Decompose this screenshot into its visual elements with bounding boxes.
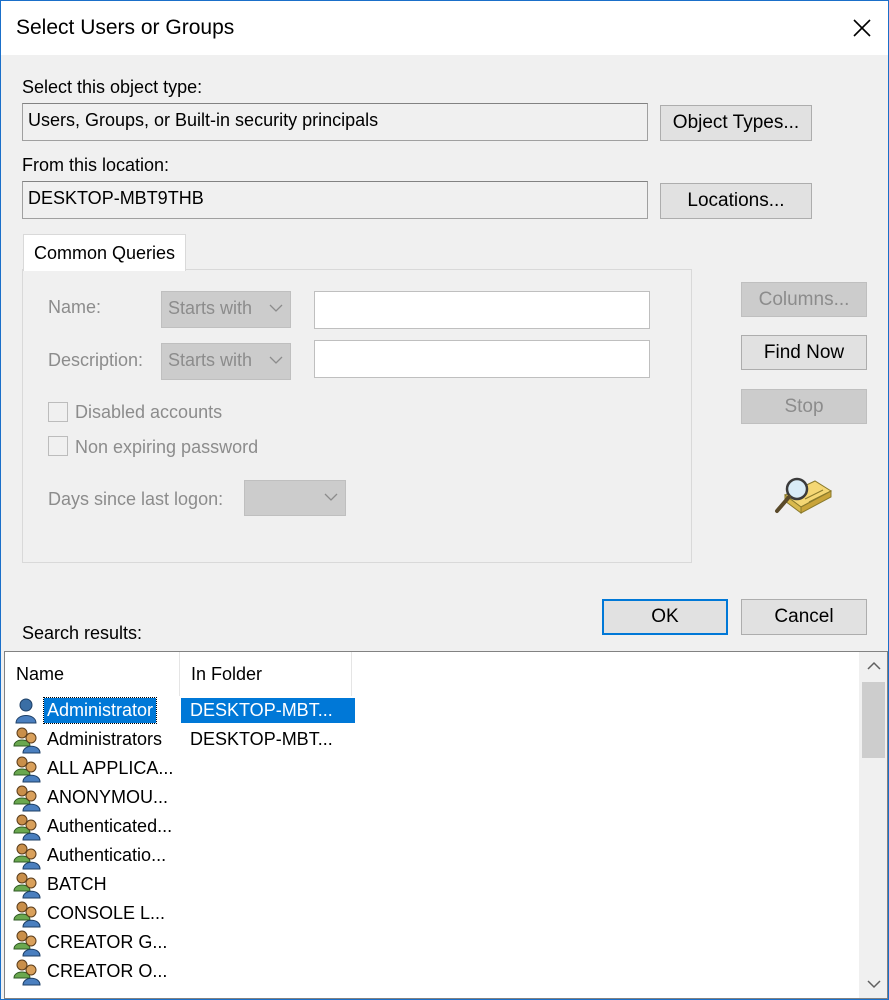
description-input[interactable] — [314, 340, 650, 378]
table-row[interactable]: Administrators DESKTOP-MBT... — [5, 725, 355, 754]
select-users-dialog: Select Users or Groups Select this objec… — [0, 0, 889, 1000]
row-name: Authenticated... — [47, 816, 173, 836]
non-expiring-password-checkbox[interactable] — [48, 436, 68, 456]
chevron-down-icon — [269, 304, 283, 312]
name-mode-value: Starts with — [168, 298, 253, 318]
row-folder — [189, 930, 191, 934]
group-icon — [13, 784, 41, 812]
scroll-down-button[interactable] — [859, 970, 887, 998]
cancel-button[interactable]: Cancel — [741, 599, 867, 635]
row-name: ANONYMOU... — [47, 787, 169, 807]
group-icon — [13, 958, 41, 986]
table-row[interactable]: BATCH — [5, 870, 355, 899]
dialog-title: Select Users or Groups — [16, 16, 235, 39]
column-header-in-folder[interactable]: In Folder — [180, 652, 352, 696]
title-bar: Select Users or Groups — [1, 1, 888, 55]
group-icon — [13, 813, 41, 841]
location-label: From this location: — [22, 155, 170, 175]
row-name: CREATOR O... — [47, 961, 168, 981]
close-button[interactable] — [839, 7, 885, 49]
table-row[interactable]: ANONYMOU... — [5, 783, 355, 812]
description-mode-select[interactable]: Starts with — [161, 343, 291, 380]
ok-button[interactable]: OK — [602, 599, 728, 635]
group-icon — [13, 929, 41, 957]
table-row[interactable]: Administrator DESKTOP-MBT... — [5, 696, 355, 725]
disabled-accounts-label: Disabled accounts — [75, 402, 223, 422]
chevron-down-icon — [324, 493, 338, 501]
object-type-field: Users, Groups, or Built-in security prin… — [22, 103, 648, 141]
row-folder: DESKTOP-MBT... — [181, 698, 355, 723]
search-results-label: Search results: — [22, 623, 143, 643]
chevron-down-icon — [866, 980, 881, 989]
days-since-logon-label: Days since last logon: — [48, 489, 224, 509]
row-folder — [189, 814, 191, 818]
user-icon — [13, 697, 41, 725]
table-row[interactable]: CREATOR O... — [5, 957, 355, 986]
table-row[interactable]: CONSOLE L... — [5, 899, 355, 928]
table-row[interactable]: Authenticatio... — [5, 841, 355, 870]
description-mode-value: Starts with — [168, 350, 253, 370]
row-name: CREATOR G... — [47, 932, 168, 952]
group-icon — [13, 842, 41, 870]
object-type-label: Select this object type: — [22, 77, 203, 97]
column-header-name[interactable]: Name — [5, 652, 180, 696]
scroll-thumb[interactable] — [862, 682, 885, 758]
chevron-up-icon — [866, 661, 881, 670]
row-name: CONSOLE L... — [47, 903, 166, 923]
group-icon — [13, 755, 41, 783]
description-label: Description: — [48, 350, 144, 370]
table-row[interactable]: CREATOR G... — [5, 928, 355, 957]
row-name: Administrators — [47, 729, 163, 749]
row-name: BATCH — [47, 874, 107, 894]
find-now-button[interactable]: Find Now — [741, 335, 867, 370]
row-name: Administrator — [42, 697, 158, 724]
tab-common-queries[interactable]: Common Queries — [23, 234, 186, 271]
table-row[interactable]: ALL APPLICA... — [5, 754, 355, 783]
row-folder — [189, 785, 191, 789]
row-name: Authenticatio... — [47, 845, 167, 865]
name-mode-select[interactable]: Starts with — [161, 291, 291, 328]
locations-button[interactable]: Locations... — [660, 183, 812, 219]
chevron-down-icon — [269, 356, 283, 364]
columns-button[interactable]: Columns... — [741, 282, 867, 317]
group-icon — [13, 871, 41, 899]
stop-button[interactable]: Stop — [741, 389, 867, 424]
row-folder — [189, 843, 191, 847]
object-types-button[interactable]: Object Types... — [660, 105, 812, 141]
scroll-up-button[interactable] — [859, 652, 887, 680]
search-results-list[interactable]: Name In Folder Administrator DESKTOP-MBT.… — [4, 651, 888, 999]
row-folder — [189, 756, 191, 760]
close-icon — [853, 19, 871, 37]
row-folder — [189, 901, 191, 905]
row-name: ALL APPLICA... — [47, 758, 174, 778]
vertical-scrollbar[interactable] — [859, 652, 887, 998]
name-label: Name: — [48, 297, 102, 317]
location-field: DESKTOP-MBT9THB — [22, 181, 648, 219]
non-expiring-password-label: Non expiring password — [75, 437, 259, 457]
search-folder-icon — [775, 477, 832, 514]
disabled-accounts-checkbox[interactable] — [48, 402, 68, 422]
group-icon — [13, 900, 41, 928]
days-since-logon-select[interactable] — [244, 480, 346, 516]
name-input[interactable] — [314, 291, 650, 329]
table-row[interactable]: Authenticated... — [5, 812, 355, 841]
row-folder: DESKTOP-MBT... — [190, 729, 333, 749]
row-folder — [189, 872, 191, 876]
group-icon — [13, 726, 41, 754]
row-folder — [189, 959, 191, 963]
